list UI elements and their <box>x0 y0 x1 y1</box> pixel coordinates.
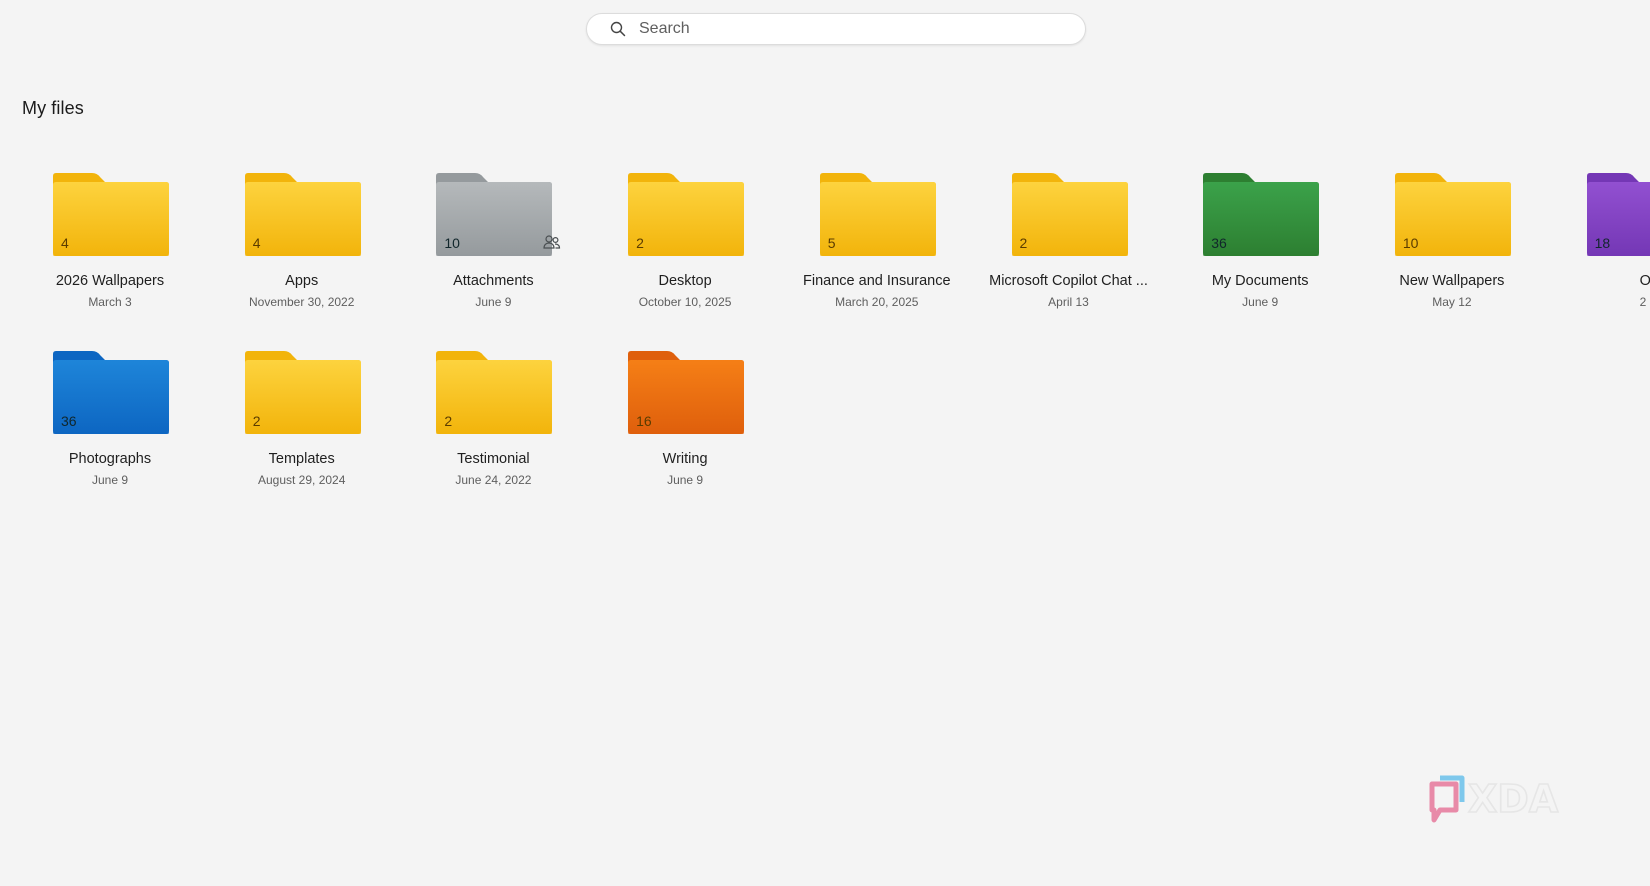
folder-name: Templates <box>268 451 335 467</box>
item-count: 2 <box>1019 235 1028 251</box>
folder-date: June 24, 2022 <box>455 473 532 487</box>
folder-new-wallpapers[interactable]: 10 New Wallpapers May 12 <box>1362 172 1542 322</box>
folder-icon <box>435 350 553 436</box>
folder-apps[interactable]: 4 Apps November 30, 2022 <box>212 172 392 322</box>
folder-name: Writing <box>662 451 708 467</box>
item-count: 36 <box>61 413 77 429</box>
folder-date: May 12 <box>1432 295 1472 309</box>
folder-testimonial[interactable]: 2 Testimonial June 24, 2022 <box>403 350 583 500</box>
folder-2026-wallpapers[interactable]: 4 2026 Wallpapers March 3 <box>20 172 200 322</box>
folder-icon <box>627 172 745 258</box>
folder-name: Desktop <box>658 273 712 289</box>
folder-name: Apps <box>285 273 319 289</box>
xda-logo: XDA <box>1426 770 1586 826</box>
folder-date: 2 hour <box>1639 295 1650 309</box>
folder-name: New Wallpapers <box>1399 273 1505 289</box>
folder-photographs[interactable]: 36 Photographs June 9 <box>20 350 200 500</box>
item-count: 2 <box>636 235 644 251</box>
folder-name: Microsoft Copilot Chat ... <box>989 273 1148 289</box>
item-count: 10 <box>1402 235 1419 251</box>
item-count: 36 <box>1211 235 1227 251</box>
item-count: 16 <box>636 413 652 429</box>
folder-attachments[interactable]: 10 Attachments June 9 <box>403 172 583 322</box>
folder-name: 2026 Wallpapers <box>55 273 165 289</box>
item-count: 10 <box>444 235 460 251</box>
folder-finance-and-insurance[interactable]: 5 Finance and Insurance March 20, 2025 <box>787 172 967 322</box>
folder-onenote[interactable]: 18 OneN 2 hour <box>1554 172 1650 322</box>
folder-writing[interactable]: 16 Writing June 9 <box>595 350 775 500</box>
folder-icon <box>244 172 362 258</box>
folder-microsoft-copilot-chat[interactable]: 2 Microsoft Copilot Chat ... April 13 <box>979 172 1159 322</box>
folder-icon <box>1011 172 1129 258</box>
folder-date: November 30, 2022 <box>248 295 355 309</box>
folder-name: Testimonial <box>457 451 530 467</box>
folder-name: Attachments <box>453 273 534 289</box>
folder-name: My Documents <box>1211 273 1309 289</box>
item-count: 4 <box>252 235 261 251</box>
folder-date: April 13 <box>1048 295 1089 309</box>
item-count: 5 <box>827 235 836 251</box>
folder-date: June 9 <box>667 473 704 487</box>
folder-icon <box>819 172 937 258</box>
folder-date: June 9 <box>91 473 129 487</box>
item-count: 2 <box>444 413 453 429</box>
people-icon <box>543 234 561 250</box>
search-input[interactable] <box>639 20 1059 38</box>
folder-icon <box>244 350 362 436</box>
folder-date: March 20, 2025 <box>835 295 919 309</box>
folder-date: June 9 <box>1242 295 1279 309</box>
page-title: My files <box>22 98 84 118</box>
folder-date: March 3 <box>88 295 132 309</box>
folder-my-documents[interactable]: 36 My Documents June 9 <box>1170 172 1350 322</box>
folder-date: August 29, 2024 <box>257 473 346 487</box>
folder-desktop[interactable]: 2 Desktop October 10, 2025 <box>595 172 775 322</box>
folder-templates[interactable]: 2 Templates August 29, 2024 <box>212 350 392 500</box>
watermark-text: XDA <box>1468 777 1559 821</box>
folder-name: Finance and Insurance <box>803 273 951 289</box>
item-count: 18 <box>1594 235 1611 251</box>
folder-date: October 10, 2025 <box>638 295 732 309</box>
item-count: 2 <box>252 413 261 429</box>
search-icon <box>609 20 627 38</box>
folder-name: OneN <box>1639 273 1650 289</box>
folder-date: June 9 <box>475 295 512 309</box>
folder-icon <box>52 172 170 258</box>
item-count: 4 <box>61 235 69 251</box>
folder-name: Photographs <box>68 451 152 467</box>
search-bar[interactable] <box>586 13 1086 45</box>
